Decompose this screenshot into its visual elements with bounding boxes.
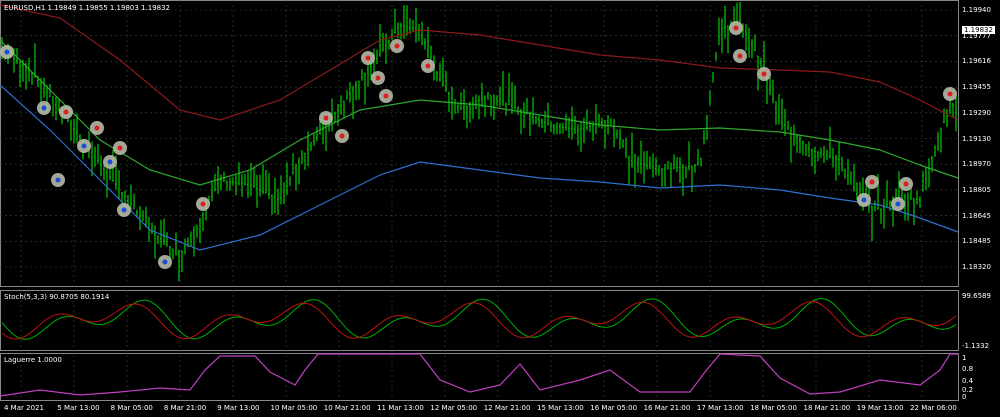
price-tick-label: 1.18805 [962, 185, 991, 194]
time-tick-label: 16 Mar 21:00 [643, 404, 691, 412]
time-tick-label: 8 Mar 21:00 [163, 404, 207, 412]
laguerre-tick-label: 0 [962, 393, 967, 401]
time-tick-label: 16 Mar 05:00 [590, 404, 638, 412]
signal-marker-dot [41, 105, 47, 111]
laguerre-tick-label: 1 [962, 354, 967, 362]
signal-marker-dot [733, 25, 739, 31]
time-tick-label: 18 Mar 21:00 [803, 404, 851, 412]
signal-marker-dot [94, 125, 100, 131]
price-tick-label: 1.18320 [962, 263, 991, 271]
signal-marker-dot [895, 201, 901, 207]
price-tick-label: 1.19130 [962, 134, 991, 143]
laguerre-header: Laguerre 1.0000 [4, 356, 62, 364]
signal-marker-dot [4, 49, 10, 55]
chart-canvas[interactable] [0, 0, 1000, 417]
signal-marker-dot [55, 177, 61, 183]
signal-marker-dot [947, 91, 953, 97]
price-tick-label: 1.19290 [962, 108, 991, 117]
signal-marker-dot [394, 43, 400, 49]
signal-marker-dot [425, 63, 431, 69]
time-tick-label: 8 Mar 05:00 [110, 404, 153, 412]
signal-marker-dot [761, 71, 767, 77]
stoch-main-line [1, 298, 957, 340]
signal-marker-dot [737, 53, 743, 59]
time-tick-label: 10 Mar 21:00 [323, 404, 371, 412]
price-tick-label: 1.19455 [962, 83, 991, 92]
time-tick-label: 10 Mar 05:00 [270, 404, 318, 412]
stoch-bottom-value: -1.1332 [962, 342, 990, 350]
signal-marker-dot [339, 133, 345, 139]
price-tick-label: 1.18485 [962, 237, 991, 246]
stoch-top-value: 99.6589 [962, 292, 991, 300]
stoch-header: Stoch(5,3,3) 90.8705 80.1914 [4, 293, 110, 301]
main-chart-header: EURUSD,H1 1.19849 1.19855 1.19803 1.1983… [4, 4, 170, 12]
time-tick-label: 17 Mar 13:00 [696, 404, 744, 412]
signal-marker-dot [162, 259, 168, 265]
signal-marker-dot [903, 181, 909, 187]
signal-marker-dot [365, 55, 371, 61]
signal-marker-dot [81, 143, 87, 149]
time-tick-label: 5 Mar 13:00 [57, 404, 100, 412]
time-tick-label: 12 Mar 05:00 [430, 404, 478, 412]
time-tick-label: 15 Mar 13:00 [537, 404, 584, 412]
signal-marker-dot [861, 197, 867, 203]
time-tick-label: 22 Mar 06:00 [910, 404, 957, 412]
signal-marker-dot [869, 179, 875, 185]
laguerre-tick-label: 0.8 [962, 365, 974, 373]
time-tick-label: 12 Mar 21:00 [483, 404, 531, 412]
time-tick-label: 19 Mar 13:00 [856, 404, 904, 412]
time-tick-label: 4 Mar 2021 [4, 404, 44, 412]
stoch-signal-line [1, 301, 957, 340]
time-tick-label: 9 Mar 13:00 [217, 404, 260, 412]
signal-marker-dot [323, 115, 329, 121]
main-panel-border [0, 0, 959, 287]
price-tick-label: 1.18970 [962, 160, 991, 169]
signal-marker-dot [117, 145, 123, 151]
laguerre-tick-label: 0.4 [962, 377, 974, 385]
price-tick-label: 1.19616 [962, 57, 991, 66]
signal-marker-dot [63, 109, 69, 115]
signal-marker-dot [375, 75, 381, 81]
signal-marker-dot [383, 93, 389, 99]
time-tick-label: 11 Mar 13:00 [377, 404, 424, 412]
laguerre-line [0, 353, 958, 397]
time-tick-label: 18 Mar 05:00 [750, 404, 797, 412]
price-tick-label: 1.19940 [962, 6, 991, 14]
signal-marker-dot [107, 159, 113, 165]
signal-marker-dot [121, 207, 127, 213]
price-tick-label: 1.19777 [962, 31, 991, 40]
signal-marker-dot [200, 201, 206, 207]
price-tick-label: 1.18645 [962, 211, 991, 220]
